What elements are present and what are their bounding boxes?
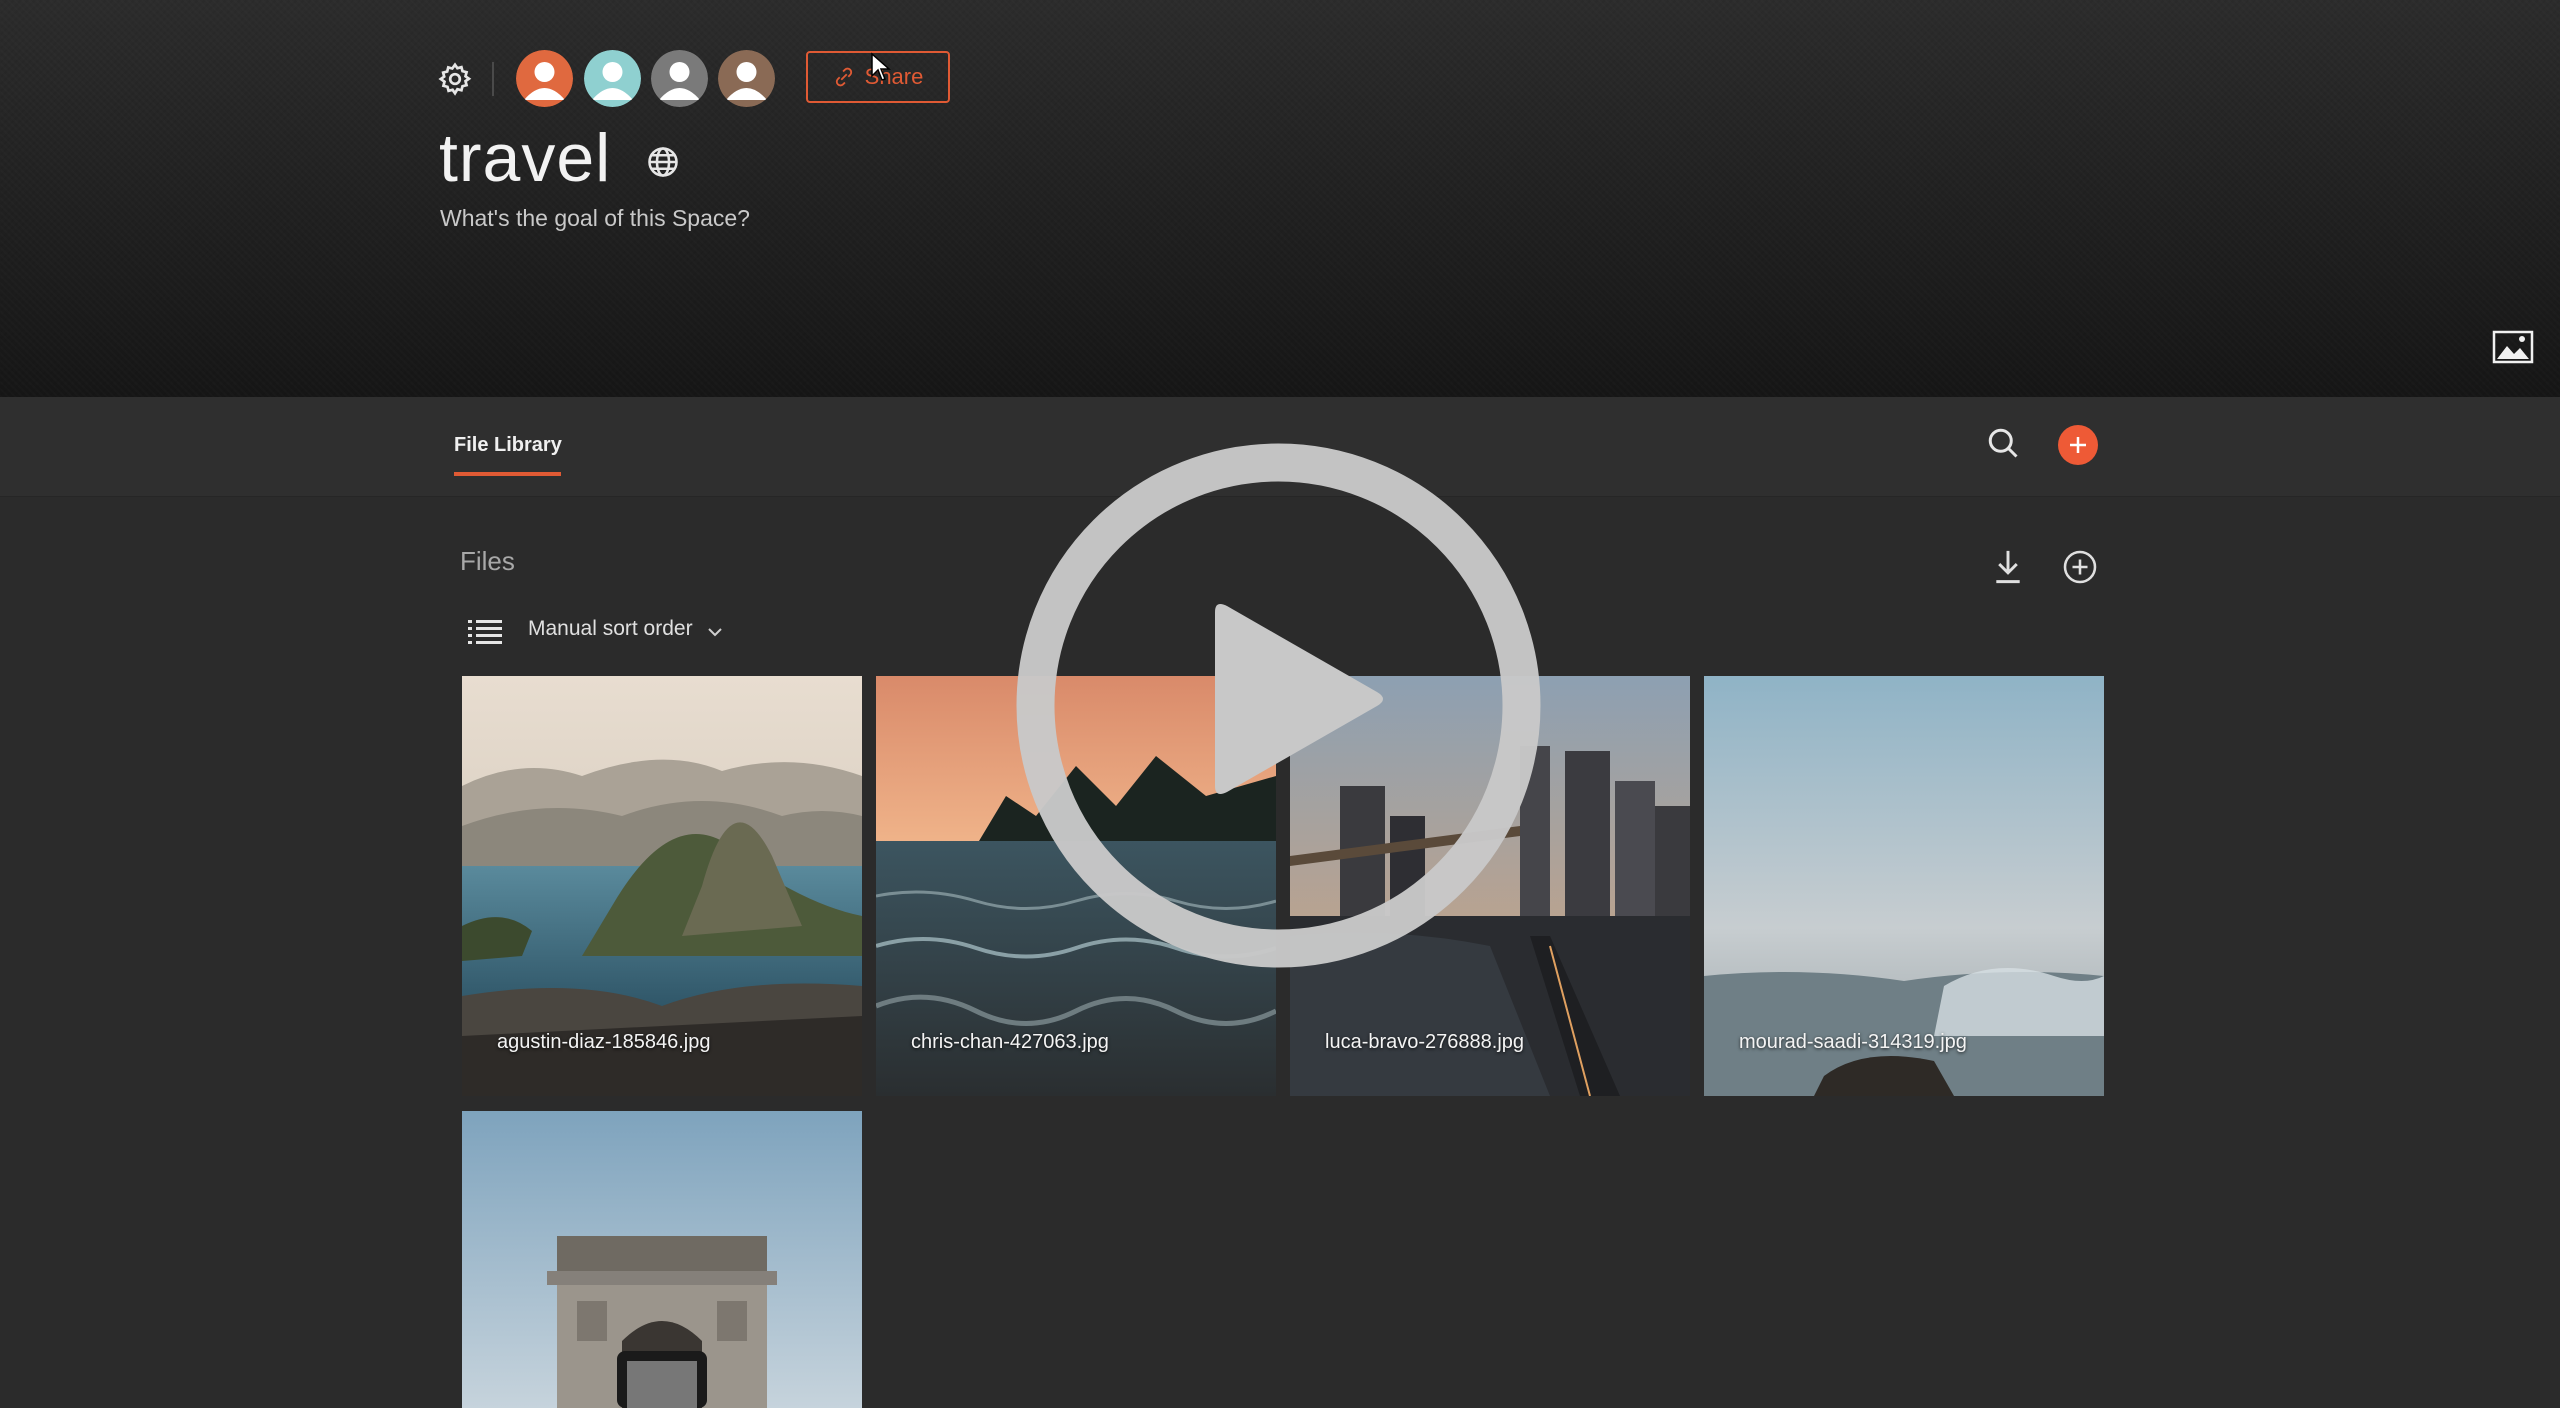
- file-card[interactable]: [462, 1111, 862, 1408]
- divider: [492, 62, 494, 96]
- space-goal-field[interactable]: What's the goal of this Space?: [440, 205, 750, 232]
- active-tab-indicator: [454, 472, 561, 476]
- file-thumbnail: [462, 1111, 862, 1408]
- gear-icon[interactable]: [437, 61, 473, 97]
- plus-icon: [2070, 437, 2086, 453]
- mouse-cursor-icon: [871, 52, 891, 81]
- file-name: agustin-diaz-185846.jpg: [497, 1031, 711, 1053]
- chevron-down-icon[interactable]: [705, 622, 725, 642]
- files-heading: Files: [460, 546, 515, 576]
- page-title[interactable]: travel: [439, 118, 611, 198]
- search-icon[interactable]: [1985, 425, 2021, 461]
- file-name: chris-chan-427063.jpg: [911, 1031, 1109, 1053]
- add-file-button[interactable]: [2062, 549, 2098, 585]
- globe-icon[interactable]: [645, 144, 681, 180]
- play-icon[interactable]: [1015, 442, 1542, 969]
- list-icon[interactable]: [468, 616, 502, 646]
- avatar[interactable]: [584, 50, 641, 107]
- tab-file-library[interactable]: File Library: [454, 434, 562, 457]
- avatar[interactable]: [718, 50, 775, 107]
- image-icon[interactable]: [2492, 330, 2534, 364]
- file-card[interactable]: mourad-saadi-314319.jpg: [1704, 676, 2104, 1096]
- sort-dropdown[interactable]: Manual sort order: [528, 617, 693, 641]
- space-header: Share travel What's the goal of this Spa…: [0, 0, 2560, 397]
- download-icon[interactable]: [1990, 548, 2026, 586]
- file-name: mourad-saadi-314319.jpg: [1739, 1031, 1967, 1053]
- link-icon: [835, 67, 852, 87]
- avatar[interactable]: [651, 50, 708, 107]
- file-card[interactable]: agustin-diaz-185846.jpg: [462, 676, 862, 1096]
- add-button[interactable]: [2058, 425, 2098, 465]
- file-name: luca-bravo-276888.jpg: [1325, 1031, 1525, 1053]
- avatar[interactable]: [516, 50, 573, 107]
